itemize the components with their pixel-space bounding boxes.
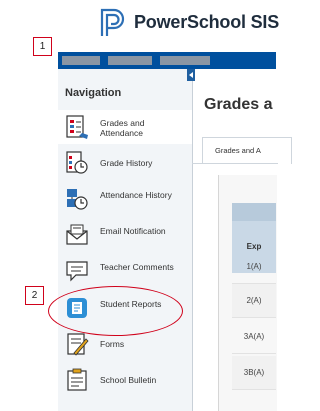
redacted-menu-item[interactable]	[108, 56, 152, 65]
top-nav-bar	[58, 52, 276, 69]
sidebar-item-grade-history[interactable]: Grade History	[58, 146, 192, 180]
sidebar-item-label: School Bulletin	[100, 375, 157, 385]
sidebar-item-label: Forms	[100, 339, 125, 349]
sidebar-item-attendance-history[interactable]: Attendance History	[58, 182, 192, 216]
sidebar-item-label: Teacher Comments	[100, 262, 174, 272]
app-title: PowerSchool SIS	[134, 12, 280, 32]
tab-divider	[192, 163, 278, 164]
callout-2: 2	[25, 286, 44, 305]
teacher-comments-icon	[66, 261, 88, 282]
sidebar-item-label: Attendance History	[100, 190, 172, 200]
navigation-sidebar: Navigation Grades and Attendance Grade H…	[58, 69, 195, 411]
sidebar-item-email-notification[interactable]: Email Notification	[58, 218, 192, 252]
table-row: 3B(A)	[232, 356, 276, 390]
email-notification-icon	[66, 224, 88, 245]
highlight-oval	[48, 286, 183, 336]
table-row: 3A(A)	[232, 320, 276, 354]
page-title: Grades a	[204, 96, 273, 113]
table-row: 2(A)	[232, 284, 276, 318]
callout-1: 1	[33, 37, 52, 56]
tab-grades-and-attendance[interactable]: Grades and A	[202, 137, 292, 164]
redacted-menu-item[interactable]	[62, 56, 100, 65]
school-bulletin-icon	[67, 368, 87, 391]
sidebar-item-grades-and-attendance[interactable]: Grades and Attendance	[58, 110, 192, 144]
redacted-menu-item[interactable]	[160, 56, 210, 65]
sidebar-item-school-bulletin[interactable]: School Bulletin	[58, 363, 192, 397]
sidebar-item-label: Grade History	[100, 158, 153, 168]
table-row: 1(A)	[232, 250, 276, 284]
powerschool-logo-icon	[100, 8, 125, 36]
sidebar-item-label: Grades and Attendance	[100, 118, 145, 138]
grades-attendance-icon	[66, 115, 88, 139]
attendance-history-icon	[67, 189, 88, 210]
forms-icon	[67, 333, 89, 356]
sidebar-item-teacher-comments[interactable]: Teacher Comments	[58, 254, 192, 288]
collapse-sidebar-button[interactable]	[187, 69, 195, 81]
grade-history-icon	[66, 151, 88, 174]
navigation-title: Navigation	[65, 87, 122, 99]
sidebar-item-label: Email Notification	[100, 226, 166, 236]
